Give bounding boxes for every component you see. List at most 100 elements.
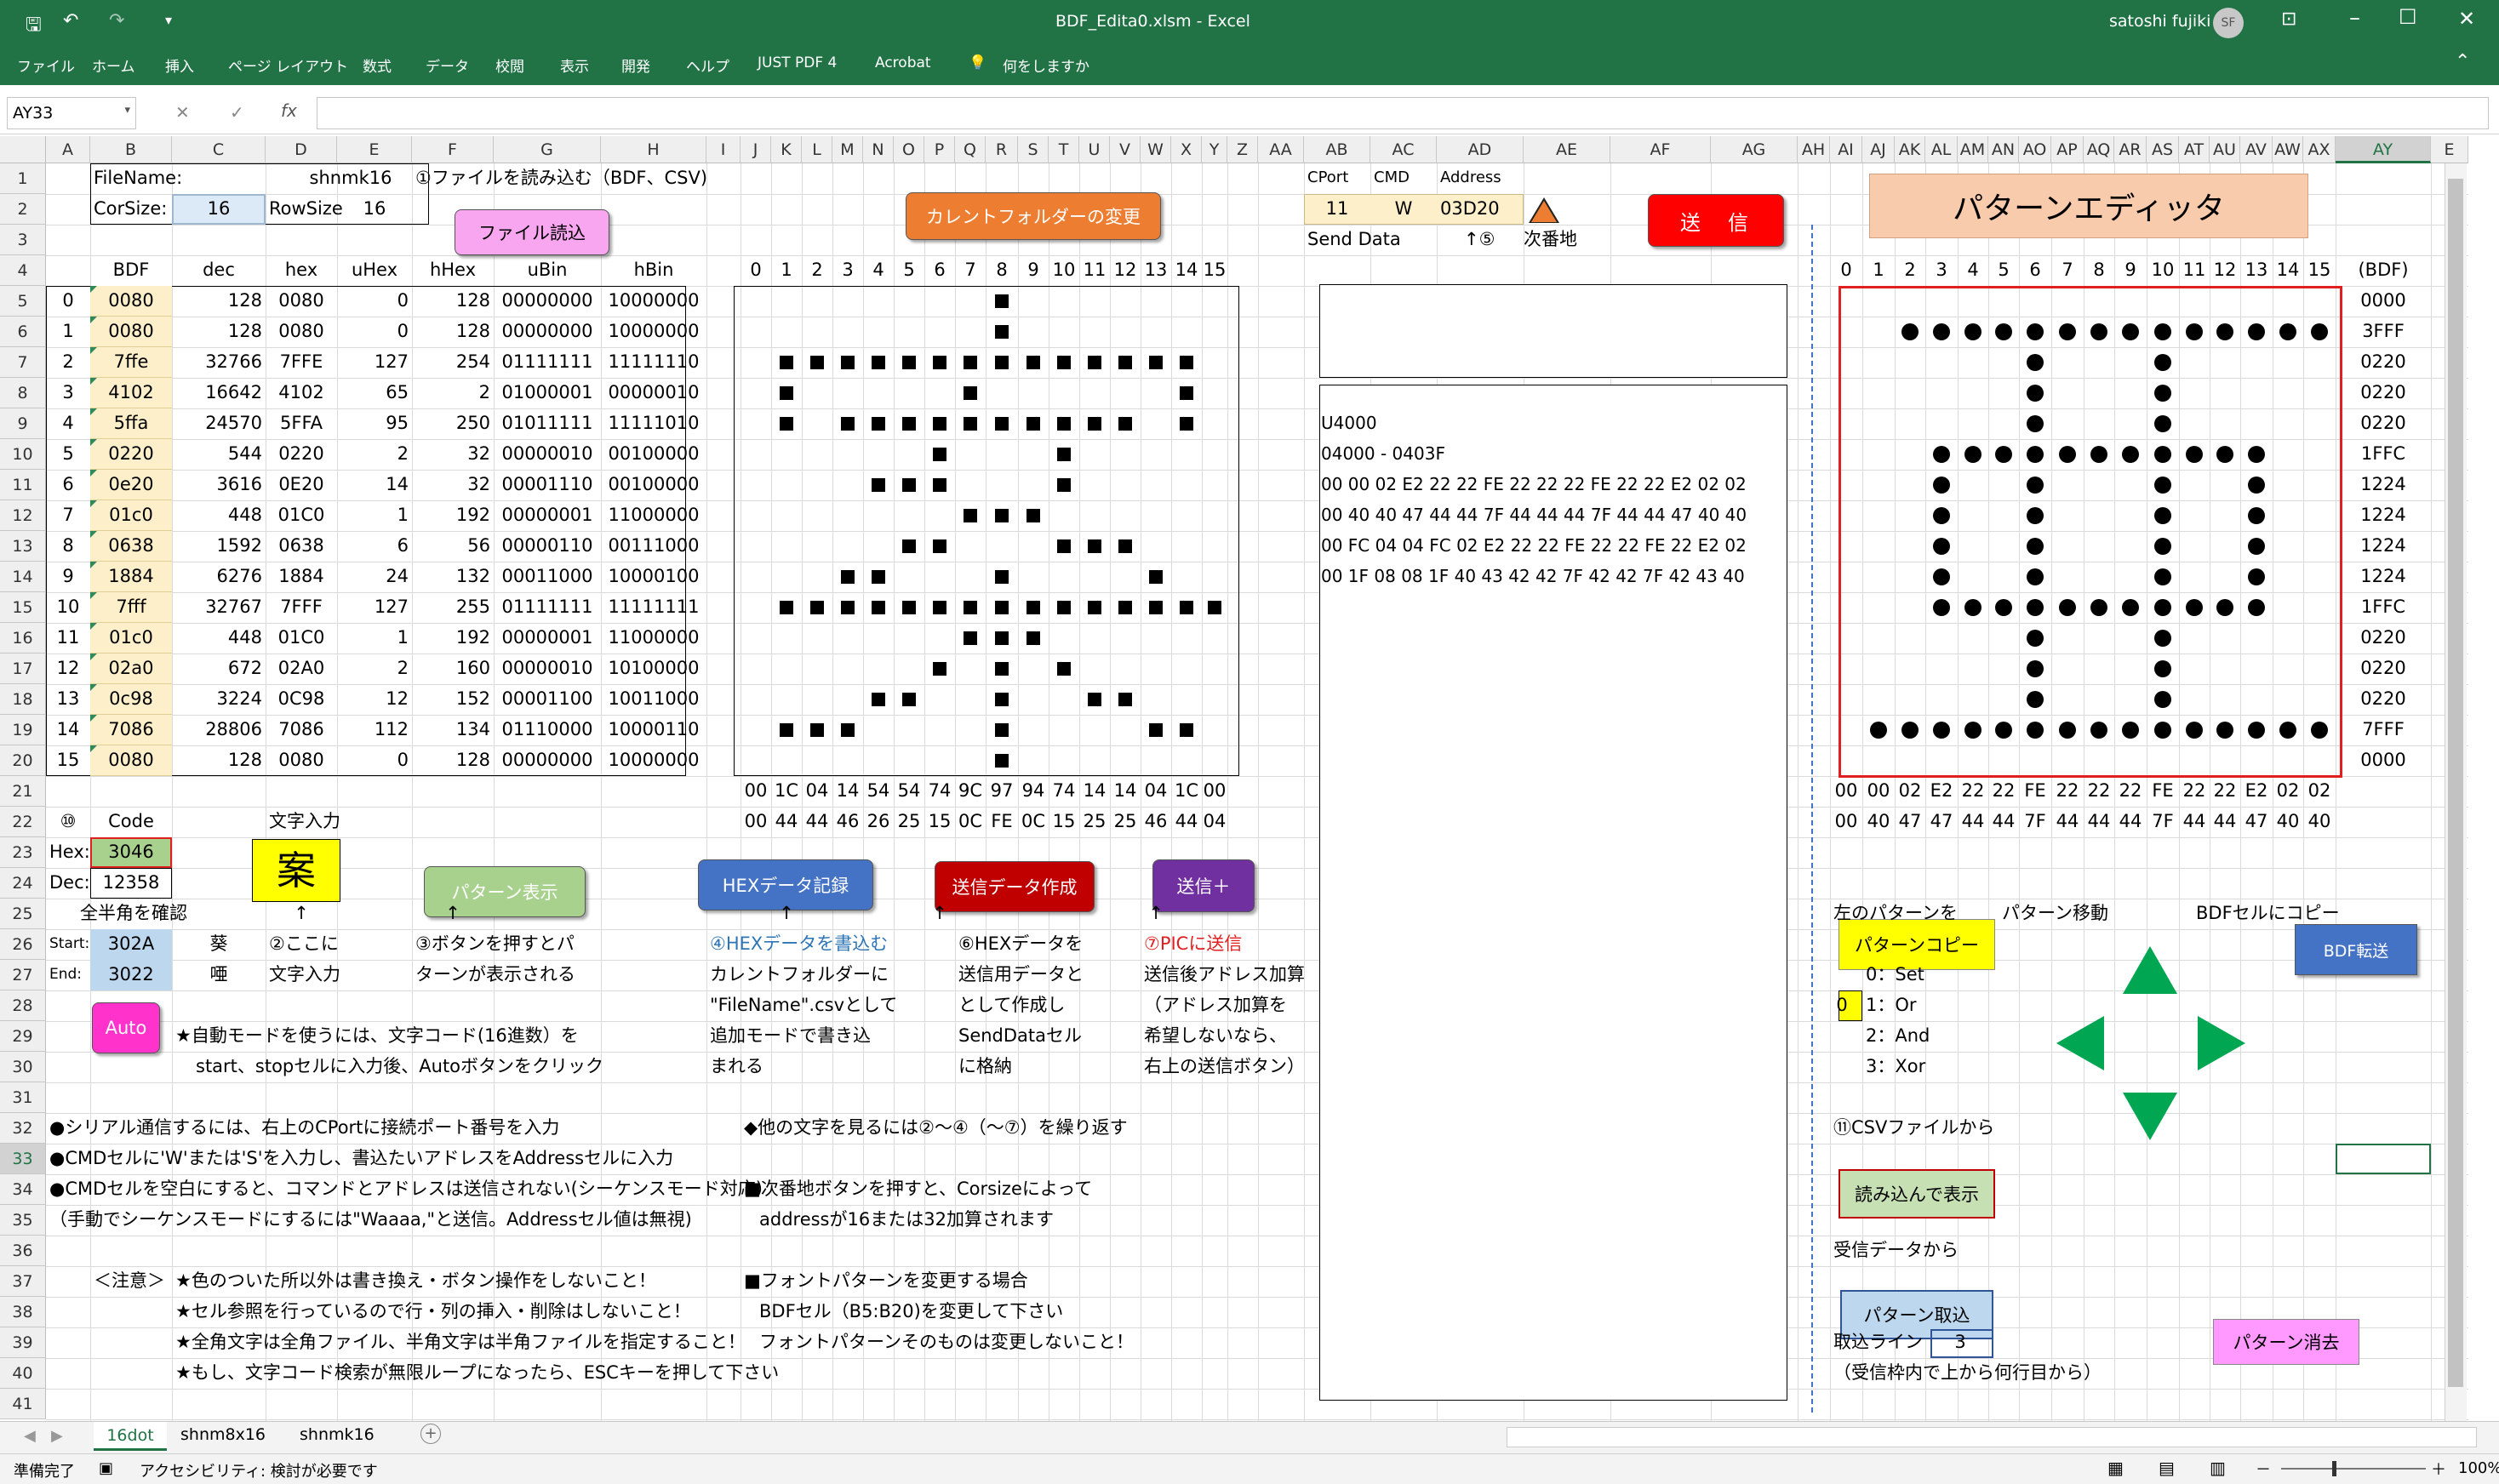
row-header[interactable]: 33 — [0, 1144, 46, 1174]
column-header[interactable]: AB — [1304, 136, 1370, 163]
editor-dot[interactable] — [2027, 660, 2044, 677]
row-header[interactable]: 6 — [0, 317, 46, 347]
editor-dot[interactable] — [2248, 323, 2265, 340]
column-header[interactable]: AA — [1258, 136, 1304, 163]
column-header[interactable]: AF — [1610, 136, 1711, 163]
row-header[interactable]: 31 — [0, 1082, 46, 1113]
end-code-input[interactable]: 3022 — [90, 960, 172, 990]
column-header[interactable]: AI — [1830, 136, 1862, 163]
editor-dot[interactable] — [1933, 538, 1950, 555]
row-header[interactable]: 35 — [0, 1205, 46, 1236]
bdf-cell[interactable]: 0080 — [90, 286, 172, 317]
editor-dot[interactable] — [2248, 722, 2265, 739]
row-header[interactable]: 5 — [0, 286, 46, 317]
editor-dot[interactable] — [2216, 323, 2233, 340]
editor-dot[interactable] — [2154, 722, 2171, 739]
editor-dot[interactable] — [2216, 599, 2233, 616]
column-header[interactable]: R — [986, 136, 1018, 163]
column-header[interactable]: AD — [1437, 136, 1524, 163]
editor-dot[interactable] — [2154, 507, 2171, 524]
row-header[interactable]: 38 — [0, 1297, 46, 1327]
tell-me-search[interactable]: 何をしますか — [1003, 54, 1089, 76]
row-header[interactable]: 11 — [0, 470, 46, 500]
tab-file[interactable]: ファイル — [17, 54, 75, 76]
column-header[interactable]: D — [266, 136, 337, 163]
column-header[interactable]: AT — [2179, 136, 2210, 163]
editor-dot[interactable] — [1964, 599, 1981, 616]
active-cell[interactable] — [2336, 1144, 2431, 1174]
start-code-input[interactable]: 302A — [90, 929, 172, 960]
editor-dot[interactable] — [2027, 538, 2044, 555]
column-header[interactable]: Q — [955, 136, 986, 163]
column-header[interactable]: L — [802, 136, 832, 163]
column-header[interactable]: AM — [1958, 136, 1988, 163]
editor-dot[interactable] — [1901, 722, 1919, 739]
filename-value[interactable]: shnmk16 — [266, 163, 436, 194]
editor-dot[interactable] — [1964, 722, 1981, 739]
row-header[interactable]: 7 — [0, 347, 46, 378]
editor-dot[interactable] — [2311, 722, 2328, 739]
move-down-button[interactable] — [2123, 1093, 2177, 1140]
column-header[interactable]: AK — [1895, 136, 1925, 163]
editor-dot[interactable] — [2027, 415, 2044, 432]
row-header[interactable]: 23 — [0, 837, 46, 868]
row-header[interactable]: 28 — [0, 990, 46, 1021]
cmd-input[interactable]: W — [1370, 194, 1437, 225]
editor-dot[interactable] — [2186, 323, 2203, 340]
row-header[interactable]: 14 — [0, 562, 46, 592]
tab-just-pdf[interactable]: JUST PDF 4 — [758, 54, 837, 71]
zoom-level[interactable]: 100% — [2458, 1459, 2499, 1477]
column-header[interactable]: K — [771, 136, 802, 163]
column-header[interactable]: AJ — [1862, 136, 1895, 163]
row-header[interactable]: 12 — [0, 500, 46, 531]
editor-dot[interactable] — [2248, 599, 2265, 616]
tab-page-layout[interactable]: ページ レイアウト — [228, 54, 348, 76]
column-header[interactable]: B — [90, 136, 172, 163]
editor-dot[interactable] — [1870, 722, 1887, 739]
row-header[interactable]: 29 — [0, 1021, 46, 1052]
row-header[interactable]: 18 — [0, 684, 46, 715]
normal-view-icon[interactable]: ▦ — [2107, 1458, 2124, 1478]
column-header[interactable]: M — [832, 136, 863, 163]
row-header[interactable]: 1 — [0, 163, 46, 194]
editor-dot[interactable] — [2027, 323, 2044, 340]
row-header[interactable]: 30 — [0, 1052, 46, 1082]
editor-dot[interactable] — [2186, 599, 2203, 616]
zoom-slider[interactable] — [2281, 1468, 2426, 1470]
editor-dot[interactable] — [1933, 477, 1950, 494]
tab-home[interactable]: ホーム — [92, 54, 135, 76]
column-header[interactable]: AL — [1925, 136, 1958, 163]
editor-dot[interactable] — [2027, 507, 2044, 524]
file-read-button[interactable]: ファイル読込 — [455, 209, 609, 255]
editor-dot[interactable] — [2154, 660, 2171, 677]
auto-button[interactable]: Auto — [92, 1002, 160, 1053]
insert-function-icon[interactable]: fx — [281, 100, 297, 121]
column-header[interactable]: X — [1171, 136, 1202, 163]
editor-dot[interactable] — [2090, 446, 2107, 463]
tab-formulas[interactable]: 数式 — [363, 54, 392, 76]
row-header[interactable]: 3 — [0, 225, 46, 255]
column-header[interactable]: E — [337, 136, 412, 163]
column-header[interactable]: U — [1079, 136, 1110, 163]
name-box[interactable]: AY33 ▾ — [7, 97, 136, 129]
editor-dot[interactable] — [2279, 323, 2296, 340]
editor-dot[interactable] — [2186, 722, 2203, 739]
row-header[interactable]: 8 — [0, 378, 46, 408]
column-header[interactable]: C — [172, 136, 266, 163]
accessibility-status[interactable]: アクセシビリティ: 検討が必要です — [140, 1459, 378, 1481]
editor-dot[interactable] — [2154, 477, 2171, 494]
editor-dot[interactable] — [2248, 446, 2265, 463]
zoom-slider-thumb[interactable] — [2332, 1461, 2336, 1476]
editor-dot[interactable] — [2059, 599, 2076, 616]
editor-dot[interactable] — [2027, 691, 2044, 708]
mode-value-input[interactable]: 0 — [1830, 990, 1854, 1021]
bdf-cell[interactable]: 0638 — [90, 531, 172, 562]
row-header[interactable]: 27 — [0, 960, 46, 990]
editor-dot[interactable] — [2027, 568, 2044, 585]
editor-dot[interactable] — [1933, 599, 1950, 616]
editor-dot[interactable] — [2154, 446, 2171, 463]
pattern-editor-frame[interactable] — [1839, 286, 2342, 778]
zoom-in-icon[interactable]: ＋ — [2431, 1458, 2446, 1480]
pattern-clear-button[interactable]: パターン消去 — [2213, 1319, 2359, 1365]
editor-dot[interactable] — [1933, 446, 1950, 463]
